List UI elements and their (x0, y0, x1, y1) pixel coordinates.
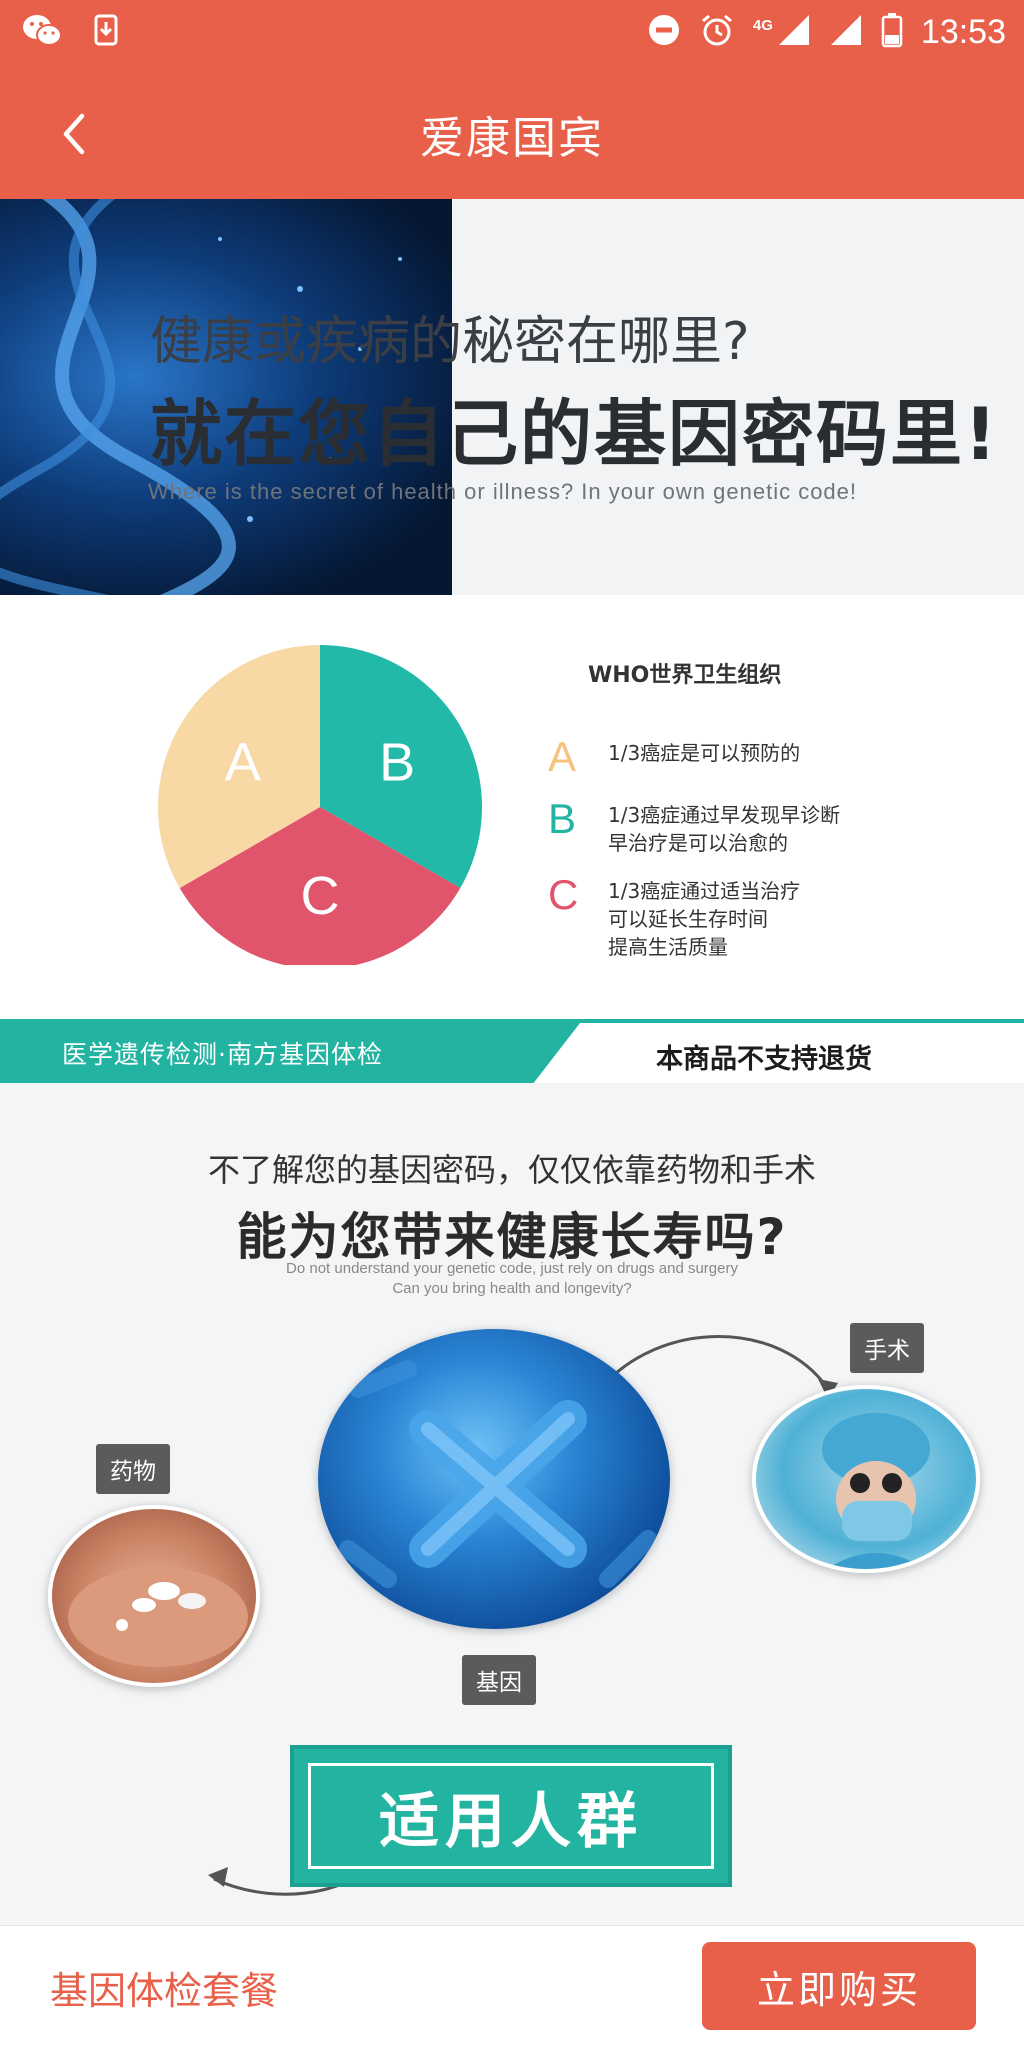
legend-letter-b: B (548, 795, 577, 842)
legend-text-b: 1/3癌症通过早发现早诊断 早治疗是可以治愈的 (608, 803, 841, 855)
genetic-banner: 健康或疾病的秘密在哪里? 就在您自己的基因密码里! Where is the s… (0, 199, 1024, 595)
pie-chart: B C A (157, 645, 482, 965)
gene-tag: 基因 (462, 1655, 536, 1705)
surgery-image (752, 1385, 980, 1573)
download-icon (94, 14, 118, 50)
suitable-group-banner: 适用人群 (290, 1745, 732, 1887)
banner-subtitle: Where is the secret of health or illness… (148, 479, 858, 504)
package-name: 基因体检套餐 (50, 1969, 279, 2013)
do-not-disturb-icon (647, 13, 681, 51)
medicine-image (48, 1505, 260, 1687)
who-title: WHO世界卫生组织 (588, 663, 782, 688)
banner-headline: 健康或疾病的秘密在哪里? (150, 312, 750, 372)
page-title: 爱康国宾 (420, 113, 604, 164)
app-root: 4G 13:53 爱康国宾 健康或疾病的秘密在哪里? 就在您自己的基因密码里! … (0, 0, 1024, 2048)
battery-icon (881, 12, 903, 52)
question-english-line2: Can you bring health and longevity? (392, 1280, 632, 1297)
pie-label-c: C (301, 866, 340, 926)
legend-text-a: 1/3癌症是可以预防的 (608, 741, 801, 765)
status-left (22, 12, 118, 52)
signal-icon (777, 13, 811, 51)
alarm-icon (699, 12, 735, 52)
no-return-notice: 本商品不支持退货 (656, 1044, 872, 1075)
network-type: 4G (752, 16, 773, 34)
question-line1: 不了解您的基因密码，仅仅依靠药物和手术 (207, 1151, 816, 1189)
legend-text-c: 1/3癌症通过适当治疗 可以延长生存时间 提高生活质量 (608, 879, 801, 959)
suitable-group-label: 适用人群 (379, 1787, 643, 1857)
status-right: 4G 13:53 (647, 8, 1006, 56)
status-bar: 4G 13:53 (0, 0, 1024, 64)
who-cancer-chart-section: BCA WHO世界卫生组织 A 1/3癌症是可以预防的 B 1/3癌症通过早发现… (0, 595, 1024, 1019)
title-bar: 爱康国宾 (0, 64, 1024, 199)
bottom-action-bar: 基因体检套餐 立即购买 (0, 1925, 1024, 2048)
product-detail-content[interactable]: 健康或疾病的秘密在哪里? 就在您自己的基因密码里! Where is the s… (0, 199, 1024, 1925)
banner-title: 就在您自己的基因密码里! (150, 392, 999, 476)
test-category-label: 医学遗传检测·南方基因体检 (62, 1040, 383, 1069)
test-category-band: 医学遗传检测·南方基因体检 本商品不支持退货 (0, 1019, 1024, 1083)
wechat-icon (22, 12, 62, 52)
status-time: 13:53 (920, 12, 1006, 51)
legend-letter-c: C (548, 871, 579, 918)
legend-letter-a: A (548, 733, 577, 780)
question-english: Do not understand your genetic code, jus… (0, 1259, 1024, 1299)
pie-label-a: A (225, 732, 261, 792)
medicine-tag: 药物 (96, 1444, 170, 1494)
buy-now-button[interactable]: 立即购买 (702, 1942, 976, 2030)
pie-label-b: B (379, 732, 415, 792)
gene-image (318, 1329, 670, 1629)
signal-icon-2 (829, 13, 863, 51)
question-english-line1: Do not understand your genetic code, jus… (286, 1260, 738, 1277)
surgery-tag: 手术 (850, 1323, 924, 1373)
